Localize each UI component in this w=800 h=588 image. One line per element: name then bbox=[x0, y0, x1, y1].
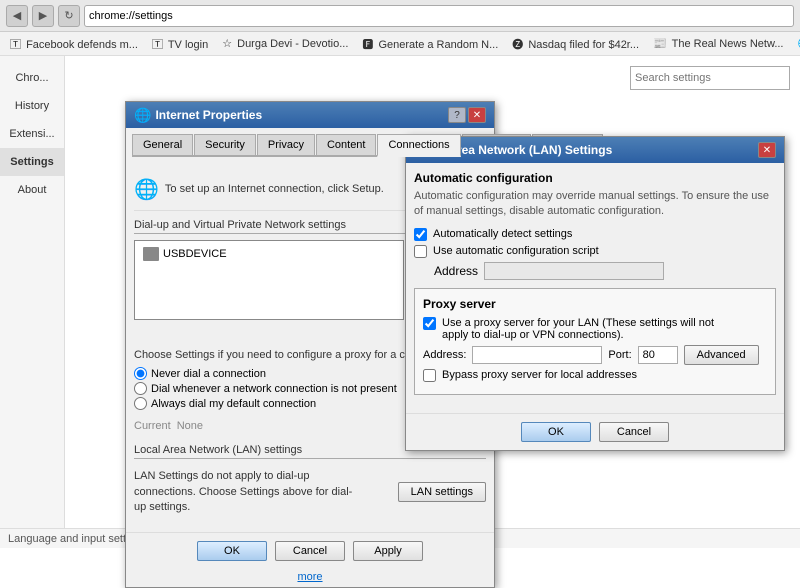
inet-cancel-button[interactable]: Cancel bbox=[275, 541, 345, 561]
bookmark-5[interactable]: 📰 The Real News Netw... bbox=[647, 35, 789, 52]
setup-text: To set up an Internet connection, click … bbox=[165, 182, 384, 197]
browser-body: Chro... History Extensi... Settings Abou… bbox=[0, 56, 800, 528]
port-label: Port: bbox=[608, 349, 631, 361]
inet-icon: 🌐 bbox=[134, 107, 151, 124]
bypass-label: Bypass proxy server for local addresses bbox=[442, 369, 637, 381]
auto-detect-checkbox[interactable] bbox=[414, 228, 427, 241]
back-button[interactable]: ◀ bbox=[6, 5, 28, 27]
reload-button[interactable]: ↻ bbox=[58, 5, 80, 27]
inet-help-button[interactable]: ? bbox=[448, 107, 466, 123]
setup-icon: 🌐 bbox=[134, 177, 159, 202]
inet-titlebar: 🌐 Internet Properties ? ✕ bbox=[126, 102, 494, 128]
auto-config-label: Automatic configuration bbox=[414, 171, 776, 185]
bookmarks-bar: 🅃 Facebook defends m... 🅃 TV login ☆ Dur… bbox=[0, 32, 800, 56]
proxy-box: Proxy server Use a proxy server for your… bbox=[414, 288, 776, 395]
bookmark-4[interactable]: 🅩 Nasdaq filed for $42r... bbox=[506, 34, 645, 54]
current-label: Current bbox=[134, 420, 171, 432]
radio-never-input[interactable] bbox=[134, 367, 147, 380]
sidebar-item-history[interactable]: History bbox=[0, 92, 64, 120]
bookmark-icon-0: 🅃 bbox=[10, 36, 21, 52]
radio-never-label: Never dial a connection bbox=[151, 368, 266, 380]
inet-titlebar-buttons: ? ✕ bbox=[448, 107, 486, 123]
address-label: Address bbox=[434, 264, 478, 278]
more-area: more bbox=[126, 569, 494, 587]
auto-config-section: Automatic configuration Automatic config… bbox=[414, 171, 776, 280]
bookmark-0[interactable]: 🅃 Facebook defends m... bbox=[4, 34, 144, 54]
tab-general[interactable]: General bbox=[132, 134, 193, 155]
lan-dialog-buttons: OK Cancel bbox=[406, 413, 784, 450]
device-icon bbox=[143, 247, 159, 261]
bookmark-1[interactable]: 🅃 TV login bbox=[146, 34, 214, 54]
forward-button[interactable]: ▶ bbox=[32, 5, 54, 27]
tab-security[interactable]: Security bbox=[194, 134, 256, 155]
radio-whenever-input[interactable] bbox=[134, 382, 147, 395]
bypass-checkbox[interactable] bbox=[423, 369, 436, 382]
more-link[interactable]: more bbox=[297, 571, 322, 583]
sidebar-item-chrome[interactable]: Chro... bbox=[0, 64, 64, 92]
proxy-checkbox-row: Use a proxy server for your LAN (These s… bbox=[423, 317, 767, 341]
auto-address-input[interactable] bbox=[484, 262, 664, 280]
auto-script-label: Use automatic configuration script bbox=[433, 245, 599, 257]
sidebar: Chro... History Extensi... Settings Abou… bbox=[0, 56, 65, 528]
auto-detect-label: Automatically detect settings bbox=[433, 228, 572, 240]
bypass-row: Bypass proxy server for local addresses bbox=[423, 369, 767, 382]
device-row: USBDEVICE bbox=[139, 245, 399, 263]
address-port-row: Address: Port: Advanced bbox=[423, 345, 767, 365]
dialup-list[interactable]: USBDEVICE bbox=[134, 240, 404, 320]
inet-close-button[interactable]: ✕ bbox=[468, 107, 486, 123]
sidebar-item-settings[interactable]: Settings bbox=[0, 148, 64, 176]
auto-address-row: Address bbox=[434, 262, 776, 280]
browser-toolbar: ◀ ▶ ↻ bbox=[0, 0, 800, 32]
search-input[interactable] bbox=[630, 66, 790, 90]
proxy-use-checkbox[interactable] bbox=[423, 317, 436, 330]
lan-close-button[interactable]: ✕ bbox=[758, 142, 776, 158]
main-content: gs to connect to the network. 🌐 Internet… bbox=[65, 56, 800, 528]
inet-title: Internet Properties bbox=[155, 108, 262, 122]
auto-script-row: Use automatic configuration script bbox=[414, 245, 776, 258]
lan-ok-button[interactable]: OK bbox=[521, 422, 591, 442]
radio-whenever-label: Dial whenever a network connection is no… bbox=[151, 383, 397, 395]
auto-config-desc: Automatic configuration may override man… bbox=[414, 189, 776, 220]
tab-privacy[interactable]: Privacy bbox=[257, 134, 315, 155]
inet-ok-button[interactable]: OK bbox=[197, 541, 267, 561]
lan-settings-button[interactable]: LAN settings bbox=[398, 482, 486, 502]
sidebar-item-about[interactable]: About bbox=[0, 176, 64, 204]
bookmark-3[interactable]: 🅵 Generate a Random N... bbox=[356, 34, 504, 54]
advanced-button[interactable]: Advanced bbox=[684, 345, 759, 365]
lan-settings-dialog: Local Area Network (LAN) Settings ✕ Auto… bbox=[405, 136, 785, 451]
bookmark-icon-1: 🅃 bbox=[152, 36, 163, 52]
device-label: USBDEVICE bbox=[163, 248, 227, 260]
lan-desc: LAN Settings do not apply to dial-up con… bbox=[134, 469, 364, 515]
auto-detect-row: Automatically detect settings bbox=[414, 228, 776, 241]
lan-area: LAN Settings do not apply to dial-up con… bbox=[134, 465, 486, 519]
lan-content: Automatic configuration Automatic config… bbox=[406, 163, 784, 409]
inet-apply-button[interactable]: Apply bbox=[353, 541, 423, 561]
inet-dialog-buttons: OK Cancel Apply bbox=[126, 532, 494, 569]
bookmark-icon-5: 📰 bbox=[653, 37, 667, 50]
tab-content[interactable]: Content bbox=[316, 134, 377, 155]
proxy-checkbox-label: Use a proxy server for your LAN (These s… bbox=[442, 317, 742, 341]
proxy-port-input[interactable] bbox=[638, 346, 678, 364]
lan-titlebar: Local Area Network (LAN) Settings ✕ bbox=[406, 137, 784, 163]
lan-cancel-button[interactable]: Cancel bbox=[599, 422, 669, 442]
tab-connections[interactable]: Connections bbox=[377, 134, 460, 157]
sidebar-item-extensions[interactable]: Extensi... bbox=[0, 120, 64, 148]
auto-script-checkbox[interactable] bbox=[414, 245, 427, 258]
dialog-overlay: 🌐 Internet Properties ? ✕ General Securi… bbox=[65, 56, 800, 528]
proxy-section-label: Proxy server bbox=[423, 297, 767, 311]
proxy-address-input[interactable] bbox=[472, 346, 602, 364]
bookmark-2[interactable]: ☆ Durga Devi - Devotio... bbox=[216, 35, 354, 52]
bookmark-icon-4: 🅩 bbox=[512, 36, 523, 52]
lan-titlebar-buttons: ✕ bbox=[758, 142, 776, 158]
bookmark-icon-2: ☆ bbox=[222, 37, 232, 50]
current-value: None bbox=[177, 420, 203, 432]
bookmark-icon-3: 🅵 bbox=[362, 36, 373, 52]
address-bar[interactable] bbox=[84, 5, 794, 27]
bookmark-6[interactable]: 🌐 Top 100 B... bbox=[791, 35, 800, 52]
radio-always-label: Always dial my default connection bbox=[151, 398, 316, 410]
search-area bbox=[630, 66, 790, 90]
address-field-label: Address: bbox=[423, 349, 466, 361]
radio-always-input[interactable] bbox=[134, 397, 147, 410]
inet-tab-bar: General Security Privacy Content Connect… bbox=[132, 134, 488, 157]
